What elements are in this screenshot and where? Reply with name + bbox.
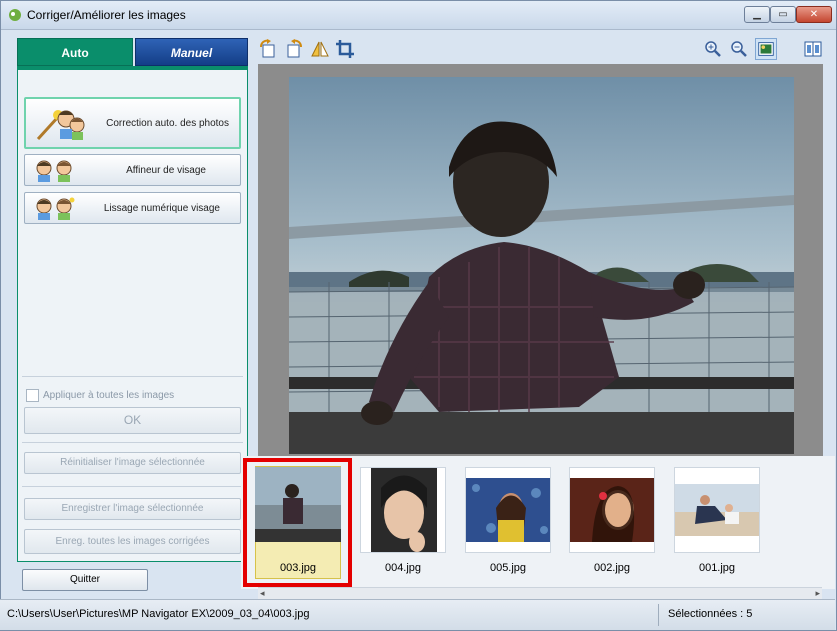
thumbnail-003[interactable]: [255, 467, 341, 542]
divider: [22, 442, 243, 443]
ok-button[interactable]: OK: [24, 407, 241, 434]
thumbnail-label-002: 002.jpg: [593, 562, 631, 574]
thumbnail-label-005: 005.jpg: [489, 562, 527, 574]
reset-selected-image-button[interactable]: Réinitialiser l'image sélectionnée: [24, 452, 241, 474]
close-button[interactable]: ✕: [796, 6, 832, 23]
divider: [22, 376, 243, 377]
digital-face-smoothing-button[interactable]: Lissage numérique visage: [24, 192, 241, 224]
thumbnail-004[interactable]: [360, 467, 446, 553]
compare-view-icon[interactable]: [802, 38, 824, 60]
checkbox-box[interactable]: [26, 389, 39, 402]
thumbnail-image: [255, 467, 341, 542]
thumbnail-002[interactable]: [569, 467, 655, 553]
file-path: C:\Users\User\Pictures\MP Navigator EX\2…: [7, 608, 310, 620]
two-faces-icon: [36, 160, 72, 182]
minimize-icon: ▁: [753, 9, 761, 20]
title-bar: Corriger/Améliorer les images ▁ ▭ ✕: [1, 1, 836, 30]
scroll-left-arrow-icon[interactable]: ◂: [260, 588, 265, 599]
thumbnail-label-004: 004.jpg: [384, 562, 422, 574]
two-faces-sparkle-icon: [36, 197, 75, 220]
magic-wand-faces-icon: [36, 110, 85, 141]
rotate-left-icon[interactable]: [257, 38, 279, 60]
apply-all-label: Appliquer à toutes les images: [43, 390, 175, 401]
face-sharpener-button[interactable]: Affineur de visage: [24, 154, 241, 186]
quit-button[interactable]: Quitter: [22, 569, 148, 591]
mode-tabs: Auto Manuel: [17, 38, 248, 66]
auto-photo-correction-button[interactable]: Correction auto. des photos: [24, 97, 241, 149]
thumbnail-scrollbar[interactable]: ◂ ▸: [258, 587, 822, 599]
divider: [22, 486, 243, 487]
thumbnail-001[interactable]: [674, 467, 760, 553]
apply-all-checkbox[interactable]: Appliquer à toutes les images: [26, 389, 174, 402]
status-bar: C:\Users\User\Pictures\MP Navigator EX\2…: [0, 599, 835, 630]
tab-manual[interactable]: Manuel: [135, 38, 248, 66]
scroll-right-arrow-icon[interactable]: ▸: [815, 588, 820, 599]
auto-photo-correction-label: Correction auto. des photos: [106, 117, 229, 129]
auto-panel: Correction auto. des photos Affineur de …: [17, 66, 248, 562]
close-icon: ✕: [809, 9, 819, 20]
preview-photo[interactable]: [289, 77, 794, 454]
digital-face-smoothing-label: Lissage numérique visage: [103, 202, 220, 214]
maximize-button[interactable]: ▭: [770, 6, 796, 23]
maximize-icon: ▭: [778, 9, 788, 20]
full-image-view-icon[interactable]: [755, 38, 777, 60]
save-all-corrected-button[interactable]: Enreg. toutes les images corrigées: [24, 529, 241, 554]
save-selected-image-button[interactable]: Enregistrer l'image sélectionnée: [24, 498, 241, 520]
status-divider: [658, 604, 659, 626]
thumbnail-image: [361, 468, 445, 552]
zoom-in-icon[interactable]: [702, 38, 724, 60]
tab-auto[interactable]: Auto: [17, 38, 133, 66]
selected-count: Sélectionnées : 5: [668, 608, 753, 620]
zoom-out-icon[interactable]: [728, 38, 750, 60]
window-title: Corriger/Améliorer les images: [27, 8, 186, 22]
thumbnail-label-003: 003.jpg: [279, 562, 317, 574]
thumbnail-label-001: 001.jpg: [698, 562, 736, 574]
face-sharpener-label: Affineur de visage: [126, 164, 206, 176]
thumbnail-image: [466, 468, 550, 552]
flip-icon[interactable]: [309, 38, 331, 60]
rotate-right-icon[interactable]: [283, 38, 305, 60]
minimize-button[interactable]: ▁: [744, 6, 770, 23]
thumbnail-005[interactable]: [465, 467, 551, 553]
crop-icon[interactable]: [334, 38, 356, 60]
app-icon: [9, 9, 21, 21]
thumbnail-image: [570, 468, 654, 552]
thumbnail-image: [675, 468, 759, 552]
